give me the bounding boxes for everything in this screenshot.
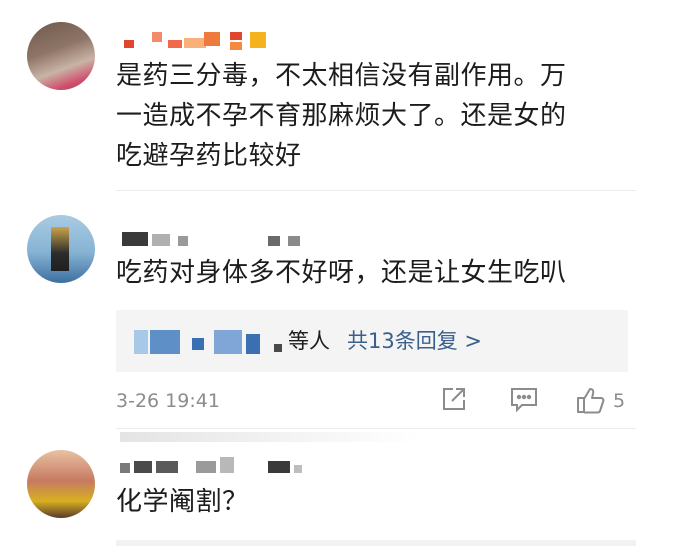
reply-names-blurred — [134, 326, 284, 356]
username-blurred[interactable] — [118, 455, 318, 477]
divider — [116, 428, 636, 429]
reply-preview[interactable]: 等人 共13条回复 > — [116, 310, 628, 372]
share-icon[interactable] — [441, 386, 467, 416]
comment-text: 是药三分毒，不太相信没有副作用。万 一造成不孕不育那麻烦大了。还是女的 吃避孕药… — [116, 56, 636, 176]
comment-line: 吃避孕药比较好 — [116, 141, 302, 171]
comment-line: 是药三分毒，不太相信没有副作用。万 — [116, 61, 567, 91]
username-blurred[interactable] — [118, 30, 278, 52]
reply-names-suffix: 等人 — [288, 329, 330, 353]
faint-streak — [120, 432, 420, 442]
comment-text: 化学阉割？ — [116, 487, 249, 517]
comment-icon[interactable] — [510, 386, 538, 416]
username-blurred[interactable] — [118, 228, 318, 250]
avatar[interactable] — [27, 215, 95, 283]
comment-line: 一造成不孕不育那麻烦大了。还是女的 — [116, 101, 567, 131]
view-replies-link[interactable]: 共13条回复 > — [347, 325, 482, 355]
thumbs-up-icon[interactable] — [576, 386, 606, 418]
divider — [116, 190, 636, 191]
comment-text: 吃药对身体多不好呀，还是让女生吃叭 — [116, 258, 567, 288]
avatar[interactable] — [27, 22, 95, 90]
like-count: 5 — [613, 390, 626, 412]
divider — [116, 540, 636, 546]
avatar[interactable] — [27, 450, 95, 518]
timestamp: 3-26 19:41 — [116, 390, 220, 412]
